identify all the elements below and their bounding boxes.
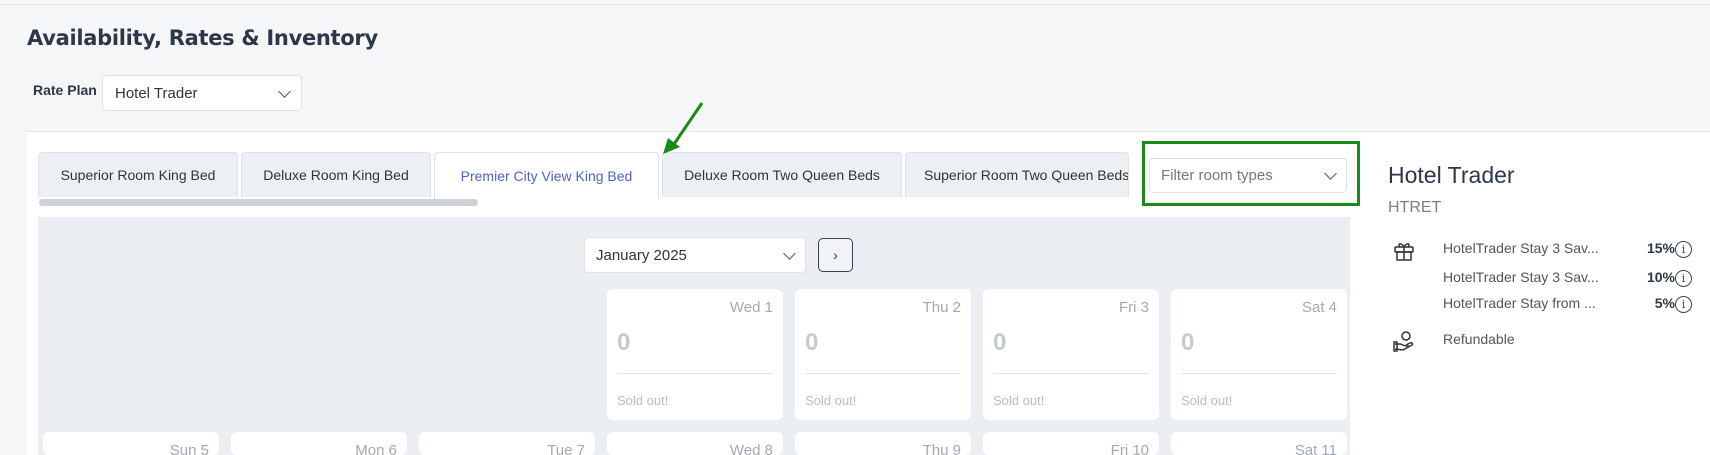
promotion-row: HotelTrader Stay 3 Sav... 15% i (1443, 240, 1693, 260)
refundable-label: Refundable (1443, 331, 1515, 347)
tabs-scrollbar[interactable] (39, 199, 478, 206)
annotation-arrow-icon (663, 102, 704, 154)
info-icon[interactable]: i (1675, 296, 1692, 313)
chevron-right-icon: › (833, 247, 838, 263)
promotion-name: HotelTrader Stay from ... (1443, 295, 1596, 311)
day-status: Sold out! (993, 393, 1045, 408)
day-card[interactable]: Sat 11 (1171, 432, 1347, 455)
day-name: Thu 2 (922, 299, 961, 316)
day-name: Sat 4 (1301, 299, 1337, 316)
tab-premier-city-view-king-bed[interactable]: Premier City View King Bed (434, 152, 659, 199)
day-card[interactable]: Wed 8 (607, 432, 783, 455)
gift-icon (1394, 243, 1414, 261)
day-divider (617, 373, 773, 374)
day-status: Sold out! (805, 393, 857, 408)
chevron-down-icon (783, 246, 796, 260)
day-name: Tue 7 (547, 442, 585, 455)
day-value: 0 (993, 329, 1007, 356)
promotion-name: HotelTrader Stay 3 Sav... (1443, 269, 1599, 285)
day-card[interactable]: Tue 7 (419, 432, 595, 455)
rate-plan-title: Hotel Trader (1388, 162, 1515, 188)
day-name: Fri 10 (1110, 442, 1149, 455)
promotion-name: HotelTrader Stay 3 Sav... (1443, 240, 1599, 256)
day-name: Sun 5 (169, 442, 209, 455)
day-divider (993, 373, 1149, 374)
page-title: Availability, Rates & Inventory (27, 26, 378, 50)
rate-plan-code: HTRET (1388, 199, 1442, 216)
day-divider (1181, 373, 1337, 374)
promotion-percent: 15% (1646, 240, 1675, 256)
day-status: Sold out! (1181, 393, 1233, 408)
promotion-percent: 5% (1654, 295, 1675, 311)
info-icon[interactable]: i (1675, 241, 1692, 258)
day-name: Sat 11 (1294, 442, 1337, 455)
tab-superior-room-king-bed[interactable]: Superior Room King Bed (38, 152, 238, 197)
day-status: Sold out! (617, 393, 669, 408)
chevron-down-icon (1324, 167, 1337, 180)
day-card[interactable]: Sat 4 0 Sold out! (1171, 289, 1347, 420)
day-card[interactable]: Sun 5 (43, 432, 219, 455)
month-value: January 2025 (596, 246, 687, 264)
day-value: 0 (1181, 329, 1195, 356)
tab-label: Deluxe Room King Bed (263, 167, 409, 183)
promotion-row: HotelTrader Stay from ... 5% i (1443, 295, 1693, 315)
tab-superior-room-two-queen-beds[interactable]: Superior Room Two Queen Beds (905, 152, 1129, 197)
day-card[interactable]: Mon 6 (231, 432, 407, 455)
day-name: Thu 9 (922, 442, 961, 455)
promotion-row: HotelTrader Stay 3 Sav... 10% i (1443, 269, 1693, 289)
rate-plan-select[interactable]: Hotel Trader (102, 75, 302, 111)
tab-label: Deluxe Room Two Queen Beds (684, 167, 880, 183)
day-name: Wed 8 (729, 442, 773, 455)
rate-plan-label: Rate Plan (33, 82, 97, 98)
day-card[interactable]: Thu 9 (795, 432, 971, 455)
day-name: Fri 3 (1119, 299, 1149, 316)
chevron-down-icon (278, 84, 291, 98)
rate-plan-value: Hotel Trader (115, 84, 198, 102)
day-value: 0 (805, 329, 819, 356)
filter-room-types-select[interactable]: Filter room types (1149, 158, 1347, 193)
filter-placeholder: Filter room types (1161, 167, 1273, 184)
day-card[interactable]: Fri 3 0 Sold out! (983, 289, 1159, 420)
month-select[interactable]: January 2025 (584, 237, 806, 273)
day-card[interactable]: Wed 1 0 Sold out! (607, 289, 783, 420)
next-month-button[interactable]: › (818, 238, 853, 272)
day-name: Mon 6 (355, 442, 397, 455)
day-card[interactable]: Thu 2 0 Sold out! (795, 289, 971, 420)
tab-deluxe-room-king-bed[interactable]: Deluxe Room King Bed (241, 152, 431, 197)
tab-label: Superior Room King Bed (60, 167, 216, 183)
tab-label: Superior Room Two Queen Beds (924, 167, 1129, 183)
day-divider (805, 373, 961, 374)
top-divider (0, 4, 1710, 5)
tab-label: Premier City View King Bed (460, 168, 633, 184)
day-name: Wed 1 (729, 299, 773, 316)
refund-hand-icon (1393, 331, 1414, 352)
day-card[interactable]: Fri 10 (983, 432, 1159, 455)
day-value: 0 (617, 329, 631, 356)
promotion-percent: 10% (1646, 269, 1675, 285)
info-icon[interactable]: i (1675, 270, 1692, 287)
